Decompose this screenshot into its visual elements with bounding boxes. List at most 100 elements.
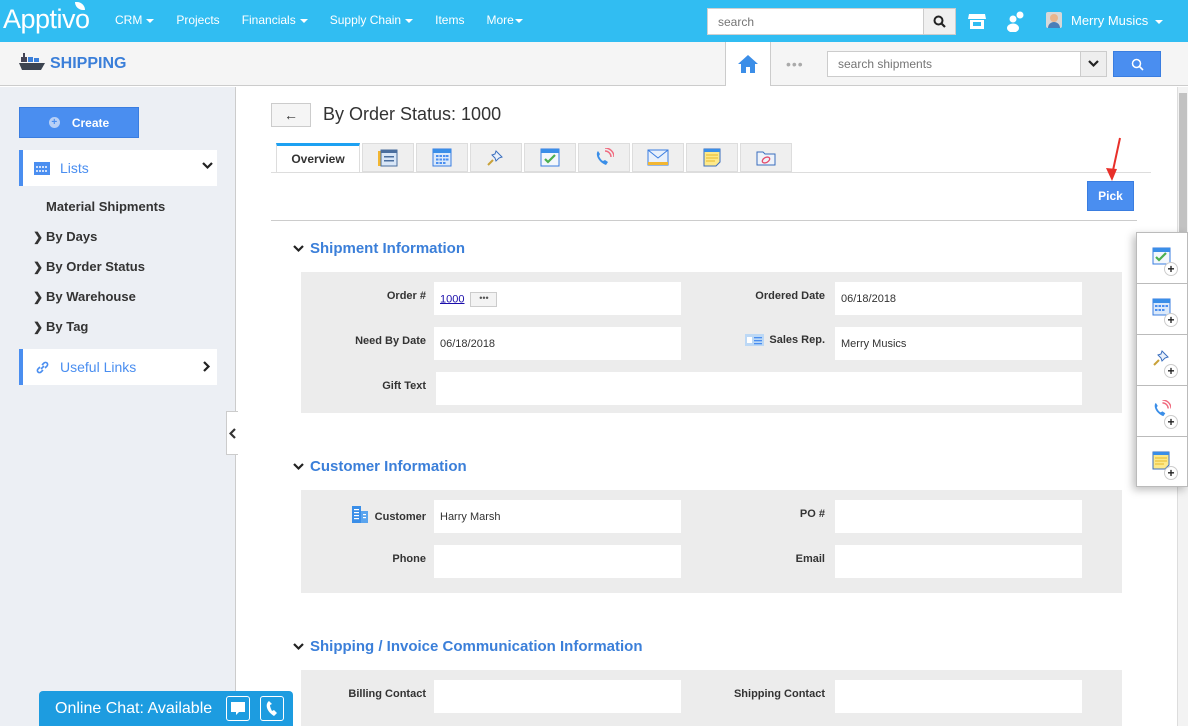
calendar-icon bbox=[432, 148, 452, 167]
quick-add-pin-button[interactable]: + bbox=[1137, 335, 1187, 386]
po-number-field[interactable] bbox=[835, 500, 1082, 533]
shipping-invoice-header[interactable]: Shipping / Invoice Communication Informa… bbox=[293, 638, 643, 655]
apptivo-logo[interactable]: Apptivo bbox=[3, 2, 90, 35]
app-store-icon[interactable] bbox=[967, 11, 987, 31]
list-item-by-warehouse[interactable]: ❯ By Warehouse bbox=[33, 289, 136, 304]
collapse-sidebar-button[interactable] bbox=[226, 411, 238, 455]
pick-button[interactable]: Pick bbox=[1087, 181, 1134, 211]
phone-call-icon bbox=[596, 147, 614, 165]
po-number-label: PO # bbox=[799, 508, 825, 520]
more-options-button[interactable]: ••• bbox=[786, 56, 804, 72]
email-icon bbox=[647, 149, 669, 166]
chevron-left-icon bbox=[229, 427, 236, 439]
chat-message-button[interactable] bbox=[226, 696, 250, 721]
shipment-information-header[interactable]: Shipment Information bbox=[293, 240, 465, 257]
chevron-down-icon bbox=[202, 162, 213, 170]
email-field[interactable] bbox=[835, 545, 1082, 578]
chevron-down-icon bbox=[293, 244, 304, 252]
chevron-down-icon bbox=[293, 462, 304, 470]
main-nav: CRM Projects Financials Supply Chain Ite… bbox=[115, 13, 545, 27]
caret-down-icon bbox=[405, 18, 414, 23]
nav-financials[interactable]: Financials bbox=[242, 13, 308, 27]
billing-contact-label: Billing Contact bbox=[348, 688, 426, 700]
gift-text-field[interactable] bbox=[436, 372, 1082, 405]
tab-tasks[interactable] bbox=[524, 143, 576, 172]
chevron-right-icon: ❯ bbox=[33, 229, 44, 244]
shipment-search-button[interactable] bbox=[1113, 51, 1161, 77]
shipping-contact-label: Shipping Contact bbox=[733, 688, 825, 700]
pin-icon bbox=[487, 150, 503, 166]
quick-add-task-button[interactable]: + bbox=[1137, 233, 1187, 284]
order-more-button[interactable]: ••• bbox=[470, 292, 498, 307]
search-icon bbox=[933, 15, 946, 28]
shipment-search-input[interactable] bbox=[827, 51, 1081, 77]
global-search-button[interactable] bbox=[923, 8, 956, 35]
nav-crm[interactable]: CRM bbox=[115, 13, 155, 27]
global-search-input[interactable] bbox=[707, 8, 924, 35]
ordered-date-label: Ordered Date bbox=[755, 290, 825, 302]
quick-add-call-button[interactable]: + bbox=[1137, 386, 1187, 437]
home-icon bbox=[738, 55, 758, 73]
order-number-field: 1000 ••• bbox=[434, 282, 681, 315]
sales-rep-field[interactable]: Merry Musics bbox=[835, 327, 1082, 360]
attachment-folder-icon bbox=[756, 151, 776, 166]
chat-call-button[interactable] bbox=[260, 696, 284, 721]
chevron-right-icon: ❯ bbox=[33, 319, 44, 334]
ordered-date-field[interactable]: 06/18/2018 bbox=[835, 282, 1082, 315]
chevron-down-icon bbox=[293, 642, 304, 650]
sidebar: + Create Lists Material Shipments ❯ By Day… bbox=[0, 87, 236, 726]
caret-down-icon bbox=[514, 18, 523, 23]
create-button[interactable]: + Create bbox=[19, 107, 139, 138]
shipping-contact-field[interactable] bbox=[835, 680, 1082, 713]
customer-information-section: Customer Harry Marsh PO # Phone Email bbox=[301, 490, 1122, 593]
nav-supply-chain[interactable]: Supply Chain bbox=[330, 13, 414, 27]
chevron-right-icon bbox=[203, 361, 211, 372]
quick-add-note-button[interactable]: + bbox=[1137, 437, 1187, 488]
chat-bubble-icon bbox=[231, 701, 245, 715]
order-number-label: Order # bbox=[386, 290, 426, 302]
plus-circle-icon: + bbox=[48, 117, 60, 128]
contacts-list-icon bbox=[378, 149, 398, 166]
tab-overview[interactable]: Overview bbox=[276, 143, 360, 172]
tab-email[interactable] bbox=[632, 143, 684, 172]
nav-more[interactable]: More bbox=[486, 13, 523, 27]
nav-projects[interactable]: Projects bbox=[176, 13, 219, 27]
tab-pin[interactable] bbox=[470, 143, 522, 172]
user-avatar[interactable] bbox=[1046, 12, 1062, 28]
tab-notes[interactable] bbox=[686, 143, 738, 172]
chevron-right-icon: ❯ bbox=[33, 289, 44, 304]
home-button[interactable] bbox=[725, 42, 771, 86]
list-item-by-order-status[interactable]: ❯ By Order Status bbox=[33, 259, 145, 274]
list-item-by-tag[interactable]: ❯ By Tag bbox=[33, 319, 88, 334]
billing-contact-field[interactable] bbox=[434, 680, 681, 713]
ship-icon bbox=[19, 53, 45, 70]
list-item-material-shipments[interactable]: Material Shipments bbox=[46, 199, 165, 214]
scrollbar-thumb[interactable] bbox=[1179, 93, 1187, 238]
quick-add-panel: + + + + + bbox=[1136, 232, 1188, 487]
phone-field[interactable] bbox=[434, 545, 681, 578]
record-tabs: Overview bbox=[276, 143, 794, 172]
user-menu[interactable]: Merry Musics bbox=[1071, 13, 1164, 28]
customer-field[interactable]: Harry Marsh bbox=[434, 500, 681, 533]
need-by-date-field[interactable]: 06/18/2018 bbox=[434, 327, 681, 360]
tab-calendar[interactable] bbox=[416, 143, 468, 172]
quick-add-event-button[interactable]: + bbox=[1137, 284, 1187, 335]
task-check-icon bbox=[540, 148, 560, 167]
caret-down-icon bbox=[146, 18, 155, 23]
nav-items[interactable]: Items bbox=[435, 13, 464, 27]
useful-links-panel-header[interactable]: Useful Links bbox=[19, 349, 217, 385]
users-icon[interactable] bbox=[1005, 10, 1027, 32]
calendar-grid-icon bbox=[34, 161, 50, 175]
customer-information-header[interactable]: Customer Information bbox=[293, 458, 467, 475]
annotation-arrow-icon bbox=[1106, 137, 1121, 181]
search-filter-dropdown[interactable] bbox=[1080, 51, 1107, 77]
back-button[interactable]: ← bbox=[271, 103, 311, 127]
list-item-by-days[interactable]: ❯ By Days bbox=[33, 229, 97, 244]
tab-contacts[interactable] bbox=[362, 143, 414, 172]
order-number-link[interactable]: 1000 bbox=[440, 293, 464, 305]
online-chat-label: Online Chat: Available bbox=[55, 699, 213, 717]
tab-calls[interactable] bbox=[578, 143, 630, 172]
lists-panel-header[interactable]: Lists bbox=[19, 150, 217, 186]
online-chat-widget[interactable]: Online Chat: Available bbox=[39, 691, 293, 726]
tab-attachments[interactable] bbox=[740, 143, 792, 172]
